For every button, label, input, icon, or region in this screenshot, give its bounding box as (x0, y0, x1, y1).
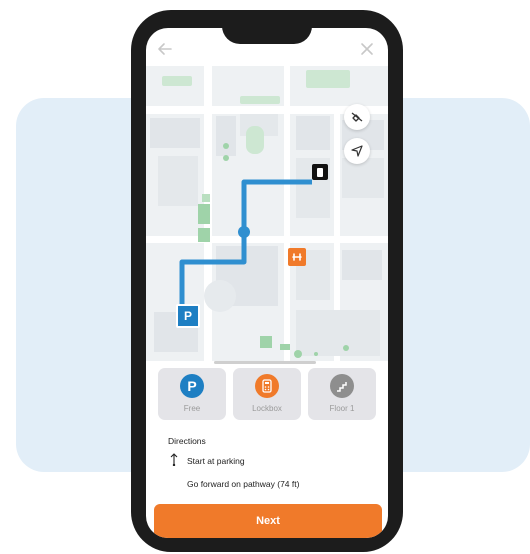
map-view[interactable]: P (146, 66, 388, 361)
drag-handle[interactable] (214, 361, 316, 364)
lockbox-option[interactable]: Lockbox (233, 368, 301, 420)
phone-frame: P P Free Lockbox Floor 1 Directions Star… (131, 10, 403, 552)
parking-option[interactable]: P Free (158, 368, 226, 420)
arrow-left-icon[interactable] (156, 40, 174, 58)
floor-option-label: Floor 1 (329, 404, 355, 413)
lockbox-icon (255, 374, 279, 398)
next-button[interactable]: Next (154, 504, 382, 538)
parking-option-label: Free (183, 404, 201, 413)
parking-icon: P (180, 374, 204, 398)
direction-step: Start at parking (187, 456, 245, 466)
door-icon[interactable] (312, 164, 328, 180)
stairs-icon (330, 374, 354, 398)
close-icon[interactable] (358, 40, 376, 58)
directions-title: Directions (168, 436, 206, 446)
layers-toggle-icon[interactable] (344, 104, 370, 130)
phone-notch (222, 10, 312, 44)
locate-me-icon[interactable] (344, 138, 370, 164)
start-arrow-icon (170, 453, 178, 466)
app-screen: P P Free Lockbox Floor 1 Directions Star… (146, 28, 388, 538)
gym-icon[interactable] (288, 248, 306, 266)
lockbox-option-label: Lockbox (252, 404, 282, 413)
start-parking-marker[interactable]: P (176, 304, 200, 328)
floor-option[interactable]: Floor 1 (308, 368, 376, 420)
route-options: P Free Lockbox Floor 1 (158, 368, 376, 420)
current-position-dot (238, 226, 250, 238)
direction-step: Go forward on pathway (74 ft) (187, 479, 300, 489)
